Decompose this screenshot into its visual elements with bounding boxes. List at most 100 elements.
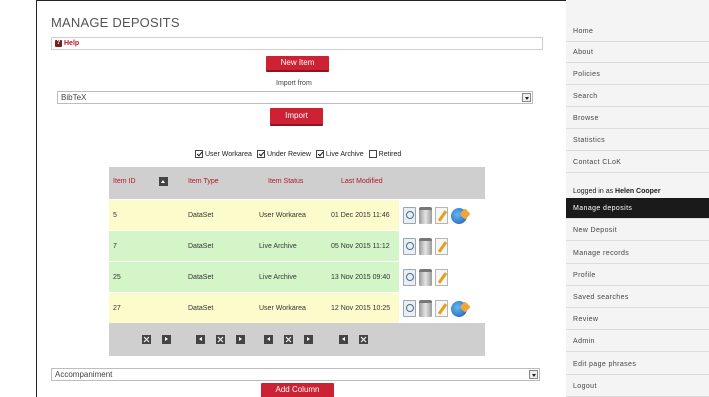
cell-item-status: User Workarea <box>259 212 306 219</box>
row-actions <box>399 293 485 324</box>
view-icon[interactable] <box>403 238 416 255</box>
cell-last-modified: 05 Nov 2015 11:12 <box>331 243 390 250</box>
row-actions <box>399 231 485 262</box>
delete-bin-icon[interactable] <box>419 300 432 317</box>
import-button[interactable]: Import <box>270 108 323 126</box>
cell-last-modified: 12 Nov 2015 10:25 <box>331 305 391 312</box>
move-left-icon[interactable] <box>196 335 205 344</box>
sidebar-item-about[interactable]: About <box>566 42 709 63</box>
cell-last-modified: 13 Nov 2015 09:40 <box>331 274 391 281</box>
remove-column-icon[interactable] <box>284 335 293 344</box>
sidebar-item-new-deposit[interactable]: New Deposit <box>566 220 709 241</box>
deposit-globe-icon[interactable] <box>451 300 467 317</box>
sidebar-item-manage-deposits[interactable]: Manage deposits <box>566 198 709 219</box>
checkbox-checked-icon[interactable] <box>256 150 265 158</box>
cell-item-status: Live Archive <box>259 274 297 281</box>
filter-retired[interactable]: Retired <box>368 150 402 158</box>
edit-icon[interactable] <box>435 269 448 286</box>
cell-last-modified: 01 Dec 2015 11:46 <box>331 212 390 219</box>
new-item-button[interactable]: New Item <box>266 56 329 72</box>
move-left-icon[interactable] <box>339 335 348 344</box>
cell-item-id: 7 <box>113 243 117 250</box>
logged-in-status: Logged in as Helen Cooper <box>573 188 661 195</box>
add-column-button[interactable]: Add Column <box>261 383 334 397</box>
filter-live-archive[interactable]: Live Archive <box>315 150 364 158</box>
help-icon: ? <box>55 40 62 47</box>
sidebar-item-search[interactable]: Search <box>566 86 709 107</box>
import-from-label: Import from <box>276 80 312 87</box>
cell-item-id: 25 <box>113 274 121 281</box>
page-title: MANAGE DEPOSITS <box>51 15 180 30</box>
import-format-select[interactable]: BibTeX <box>57 91 533 104</box>
view-icon[interactable] <box>403 207 416 224</box>
cell-item-type: DataSet <box>188 243 214 250</box>
cell-item-type: DataSet <box>188 274 214 281</box>
checkbox-checked-icon[interactable] <box>195 150 203 158</box>
sidebar-item-review[interactable]: Review <box>566 309 709 330</box>
checkbox-unchecked-icon[interactable] <box>368 150 377 158</box>
filter-label: Retired <box>378 150 402 158</box>
column-header-last-modified[interactable]: Last Modified <box>341 178 383 185</box>
sidebar-item-edit-page-phrases[interactable]: Edit page phrases <box>566 354 709 375</box>
row-actions <box>399 262 485 293</box>
window-frame-left <box>36 0 37 397</box>
table-row: 25 DataSet Live Archive 13 Nov 2015 09:4… <box>109 261 485 293</box>
sidebar-item-browse[interactable]: Browse <box>566 108 709 129</box>
delete-bin-icon[interactable] <box>419 269 432 286</box>
help-bar[interactable]: ? Help <box>51 37 543 50</box>
checkbox-checked-icon[interactable] <box>315 150 324 158</box>
add-column-select-value: Accompaniment <box>55 370 113 379</box>
remove-column-icon[interactable] <box>142 335 151 344</box>
deposit-globe-icon[interactable] <box>451 207 467 224</box>
edit-icon[interactable] <box>435 300 448 317</box>
cell-item-status: Live Archive <box>259 243 297 250</box>
sidebar-item-profile[interactable]: Profile <box>566 265 709 286</box>
status-filters: User Workarea Under Review Live Archive … <box>195 150 401 158</box>
filter-user-workarea[interactable]: User Workarea <box>195 150 252 158</box>
table-row: 5 DataSet User Workarea 01 Dec 2015 11:4… <box>109 199 485 231</box>
filter-label: Under Review <box>266 150 311 158</box>
delete-bin-icon[interactable] <box>419 238 432 255</box>
column-header-item-id[interactable]: Item ID <box>113 178 136 185</box>
cell-item-id: 5 <box>113 212 117 219</box>
logged-in-user: Helen Cooper <box>615 188 661 195</box>
table-row: 27 DataSet User Workarea 12 Nov 2015 10:… <box>109 292 485 324</box>
sidebar-item-saved-searches[interactable]: Saved searches <box>566 287 709 308</box>
dropdown-arrow-icon[interactable] <box>529 370 538 379</box>
remove-column-icon[interactable] <box>216 335 225 344</box>
move-right-icon[interactable] <box>236 335 245 344</box>
move-right-icon[interactable] <box>162 335 171 344</box>
column-header-item-status[interactable]: Item Status <box>268 178 303 185</box>
add-column-select[interactable]: Accompaniment <box>51 368 540 381</box>
filter-under-review[interactable]: Under Review <box>256 150 311 158</box>
filter-label: User Workarea <box>205 150 252 158</box>
move-left-icon[interactable] <box>264 335 273 344</box>
sort-ascending-icon[interactable] <box>159 177 168 186</box>
help-link[interactable]: Help <box>64 40 79 47</box>
table-row: 7 DataSet Live Archive 05 Nov 2015 11:12 <box>109 230 485 262</box>
delete-bin-icon[interactable] <box>419 207 432 224</box>
dropdown-arrow-icon[interactable] <box>522 93 531 102</box>
sidebar-item-manage-records[interactable]: Manage records <box>566 243 709 264</box>
sidebar-item-contact[interactable]: Contact CLoK <box>566 152 709 173</box>
table-footer-controls <box>109 323 485 356</box>
sidebar-item-logout[interactable]: Logout <box>566 376 709 397</box>
remove-column-icon[interactable] <box>359 335 368 344</box>
deposits-table: Item ID Item Type Item Status Last Modif… <box>109 167 485 356</box>
cell-item-type: DataSet <box>188 212 214 219</box>
sidebar-item-admin[interactable]: Admin <box>566 331 709 352</box>
filter-label: Live Archive <box>325 150 364 158</box>
view-icon[interactable] <box>403 269 416 286</box>
view-icon[interactable] <box>403 300 416 317</box>
cell-item-status: User Workarea <box>259 305 306 312</box>
sidebar-item-statistics[interactable]: Statistics <box>566 130 709 151</box>
cell-item-id: 27 <box>113 305 121 312</box>
move-right-icon[interactable] <box>304 335 313 344</box>
sidebar-item-policies[interactable]: Policies <box>566 64 709 85</box>
sidebar-item-home[interactable]: Home <box>566 21 709 42</box>
column-header-item-type[interactable]: Item Type <box>188 178 219 185</box>
import-format-value: BibTeX <box>61 93 87 102</box>
edit-icon[interactable] <box>435 207 448 224</box>
edit-icon[interactable] <box>435 238 448 255</box>
cell-item-type: DataSet <box>188 305 214 312</box>
